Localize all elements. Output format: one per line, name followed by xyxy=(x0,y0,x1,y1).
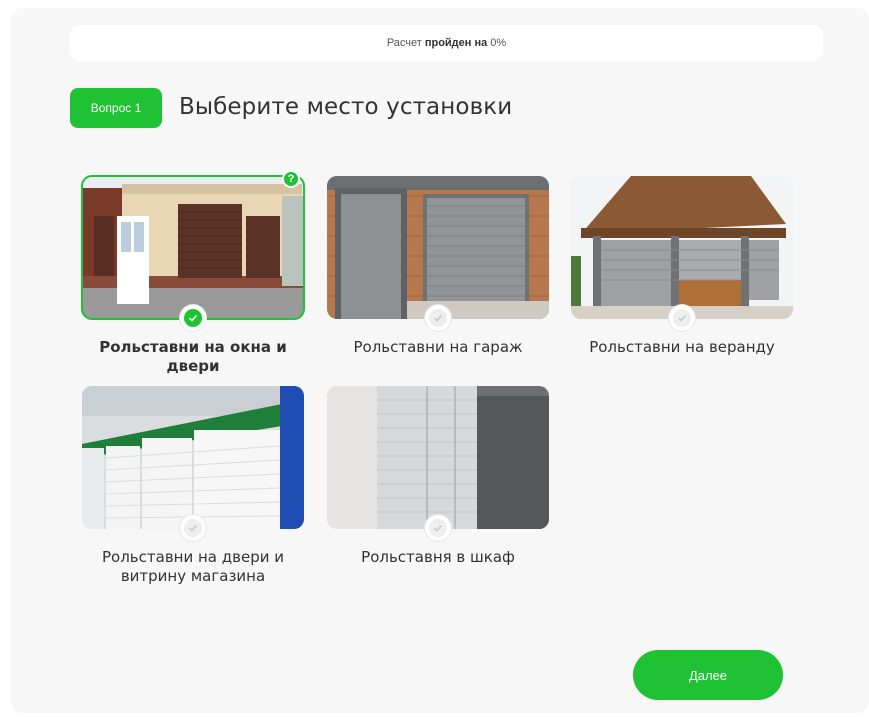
option-wardrobe[interactable]: Рольставня в шкаф xyxy=(327,386,549,567)
next-button[interactable]: Далее xyxy=(633,650,783,700)
option-garage[interactable]: Рольставни на гараж xyxy=(327,176,549,357)
progress-bold: пройден на xyxy=(424,37,488,49)
option-label: Рольставни на веранду xyxy=(589,338,775,356)
option-label: Рольставня в шкаф xyxy=(361,548,515,566)
option-label: Рольставни на гараж xyxy=(353,338,523,356)
check-icon xyxy=(669,305,695,331)
progress-bar: Расчет пройден на 0% xyxy=(70,25,823,61)
option-label: Рольставни на окна и двери xyxy=(99,338,287,375)
option-shop[interactable]: Рольставни на двери и витрину магазина xyxy=(82,386,304,586)
option-image-house xyxy=(81,175,305,320)
help-icon[interactable]: ? xyxy=(282,170,300,188)
option-label: Рольставни на двери и витрину магазина xyxy=(102,548,284,585)
question-badge: Вопрос 1 xyxy=(70,88,162,128)
option-image-shop xyxy=(82,386,304,529)
option-image-veranda xyxy=(571,176,793,319)
check-icon xyxy=(180,515,206,541)
quiz-panel: Расчет пройден на 0% Вопрос 1 Выберите м… xyxy=(11,8,869,713)
option-veranda[interactable]: Рольставни на веранду xyxy=(571,176,793,357)
question-title: Выберите место установки xyxy=(179,94,513,120)
check-icon xyxy=(180,305,206,331)
option-windows-doors[interactable]: ? Рольставни на окна и двери xyxy=(81,170,305,376)
check-icon xyxy=(425,305,451,331)
progress-prefix: Расчет xyxy=(386,37,422,49)
progress-value: 0% xyxy=(490,37,507,49)
option-image-wardrobe xyxy=(327,386,549,529)
check-icon xyxy=(425,515,451,541)
option-image-garage xyxy=(327,176,549,319)
